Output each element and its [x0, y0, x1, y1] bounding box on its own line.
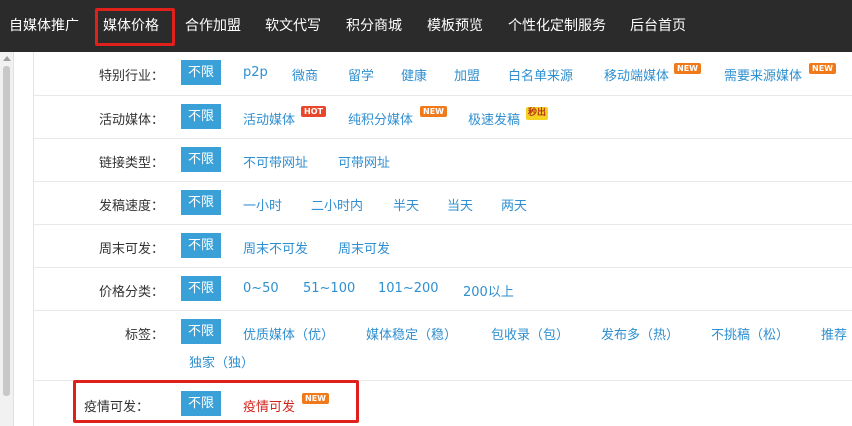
nav-item-media-price[interactable]: 媒体价格: [103, 0, 159, 52]
filter-all-chip[interactable]: 不限: [181, 391, 222, 416]
filter-option[interactable]: 纯积分媒体: [348, 109, 413, 128]
vertical-scrollbar[interactable]: [0, 52, 14, 426]
filter-option[interactable]: 媒体稳定（稳）: [366, 324, 457, 343]
filter-option[interactable]: 可带网址: [338, 152, 390, 171]
filter-label: 标签：: [124, 328, 164, 343]
filter-option[interactable]: 极速发稿: [468, 109, 520, 128]
filter-option[interactable]: 推荐: [821, 324, 847, 343]
nav-item-self-media-promo[interactable]: 自媒体推广: [9, 0, 79, 52]
new-badge: NEW: [674, 63, 701, 74]
filter-row-price: 价格分类： 不限 0~50 51~100 101~200 200以上: [34, 268, 852, 311]
filter-label: 发稿速度：: [98, 199, 164, 214]
filter-option[interactable]: 优质媒体（优）: [243, 324, 334, 343]
scroll-up-arrow-icon[interactable]: [3, 56, 11, 61]
filter-option[interactable]: 加盟: [454, 65, 480, 84]
instant-badge: 秒出: [526, 107, 549, 120]
filter-row-link-type: 链接类型： 不限 不可带网址 可带网址: [34, 139, 852, 182]
filter-all-chip[interactable]: 不限: [181, 147, 222, 172]
nav-item-partnership[interactable]: 合作加盟: [185, 0, 241, 52]
hot-badge: HOT: [301, 106, 326, 117]
filter-label: 疫情可发：: [83, 400, 149, 415]
filter-label: 价格分类：: [98, 285, 164, 300]
new-badge: NEW: [809, 63, 836, 74]
filter-option[interactable]: 200以上: [463, 281, 514, 300]
filter-all-chip[interactable]: 不限: [181, 276, 222, 301]
filter-label: 周末可发：: [98, 242, 164, 257]
filter-row-speed: 发稿速度： 不限 一小时 二小时内 半天 当天 两天: [34, 182, 852, 225]
filter-option[interactable]: 不挑稿（松）: [711, 324, 789, 343]
filter-row-activity: 活动媒体： 不限 活动媒体 HOT 纯积分媒体 NEW 极速发稿 秒出: [34, 96, 852, 139]
filter-label: 链接类型：: [98, 156, 164, 171]
filter-option[interactable]: 0~50: [243, 281, 279, 296]
filter-option[interactable]: 51~100: [303, 281, 355, 296]
filter-all-chip[interactable]: 不限: [181, 104, 222, 129]
new-badge: NEW: [302, 393, 329, 404]
filter-all-chip[interactable]: 不限: [181, 60, 222, 85]
nav-item-template-preview[interactable]: 模板预览: [427, 0, 483, 52]
nav-item-custom-service[interactable]: 个性化定制服务: [508, 0, 606, 52]
filter-option-epidemic[interactable]: 疫情可发: [243, 396, 295, 415]
filter-option[interactable]: 需要来源媒体: [724, 65, 802, 84]
filter-all-chip[interactable]: 不限: [181, 190, 222, 215]
filter-option[interactable]: 留学: [348, 65, 374, 84]
filter-panel: 特别行业： 不限 p2p 微商 留学 健康 加盟 白名单来源 移动端媒体 NEW…: [33, 52, 852, 426]
filter-option[interactable]: 白名单来源: [508, 65, 573, 84]
filter-option[interactable]: p2p: [243, 65, 268, 80]
filter-option[interactable]: 移动端媒体: [604, 65, 669, 84]
filter-option[interactable]: 两天: [501, 195, 527, 214]
filter-all-chip[interactable]: 不限: [181, 233, 222, 258]
filter-option[interactable]: 活动媒体: [243, 109, 295, 128]
top-nav: 自媒体推广 媒体价格 合作加盟 软文代写 积分商城 模板预览 个性化定制服务 后…: [0, 0, 852, 52]
filter-label: 活动媒体：: [98, 113, 164, 128]
nav-item-points-mall[interactable]: 积分商城: [346, 0, 402, 52]
nav-item-copywriting[interactable]: 软文代写: [265, 0, 321, 52]
filter-row-epidemic: 疫情可发： 不限 疫情可发 NEW: [34, 381, 852, 426]
filter-label: 特别行业：: [98, 69, 164, 84]
filter-row-tags: 标签： 不限 优质媒体（优） 媒体稳定（稳） 包收录（包） 发布多（热） 不挑稿…: [34, 311, 852, 381]
filter-option[interactable]: 一小时: [243, 195, 282, 214]
scrollbar-thumb[interactable]: [3, 66, 10, 396]
filter-option[interactable]: 101~200: [378, 281, 439, 296]
filter-option[interactable]: 周末可发: [338, 238, 390, 257]
filter-option[interactable]: 不可带网址: [243, 152, 308, 171]
filter-option[interactable]: 二小时内: [311, 195, 363, 214]
filter-option[interactable]: 周末不可发: [243, 238, 308, 257]
filter-option[interactable]: 健康: [401, 65, 427, 84]
filter-option[interactable]: 半天: [393, 195, 419, 214]
nav-item-admin-home[interactable]: 后台首页: [630, 0, 686, 52]
filter-option[interactable]: 独家（独）: [189, 352, 254, 371]
filter-all-chip[interactable]: 不限: [181, 319, 222, 344]
filter-option[interactable]: 微商: [292, 65, 318, 84]
filter-row-weekend: 周末可发： 不限 周末不可发 周末可发: [34, 225, 852, 268]
filter-option[interactable]: 当天: [447, 195, 473, 214]
filter-option[interactable]: 包收录（包）: [491, 324, 569, 343]
filter-row-industry: 特别行业： 不限 p2p 微商 留学 健康 加盟 白名单来源 移动端媒体 NEW…: [34, 52, 852, 96]
new-badge: NEW: [420, 106, 447, 117]
filter-option[interactable]: 发布多（热）: [601, 324, 679, 343]
